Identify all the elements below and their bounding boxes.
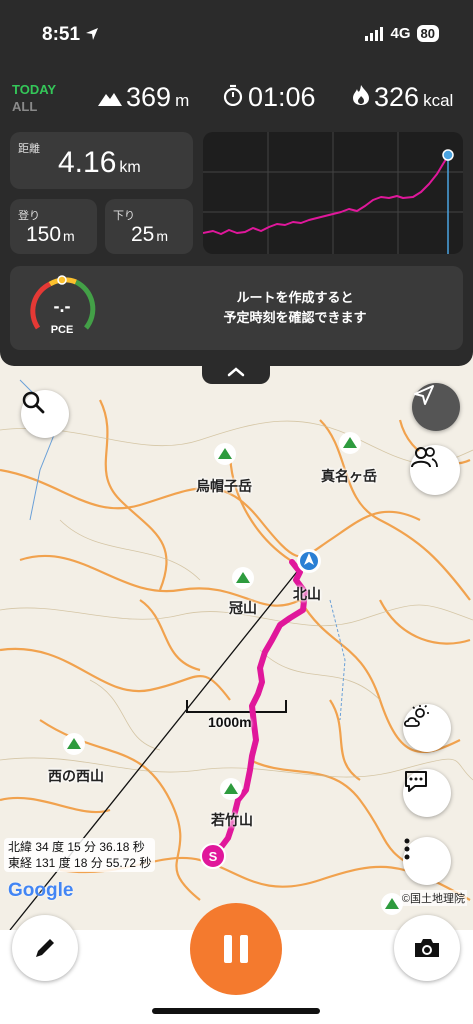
ascent-value: 150: [26, 223, 62, 246]
ascent-unit: m: [63, 228, 75, 244]
location-follow-button[interactable]: [412, 383, 460, 431]
peak-marker[interactable]: [62, 733, 86, 755]
duration-stat: 01:06: [222, 82, 316, 113]
peak-label: 烏帽子岳: [196, 478, 252, 494]
map-credit: ©国土地理院: [399, 890, 467, 906]
today-tab[interactable]: TODAY: [12, 82, 56, 97]
peak-marker[interactable]: [231, 567, 255, 589]
camera-button[interactable]: [394, 915, 460, 981]
elevation-stat: 369 m: [98, 82, 189, 113]
stats-panel: 8:51 4G 80 TODAY ALL 369 m 01:06 326 kcal …: [0, 0, 473, 366]
pce-label: PCE: [50, 324, 74, 336]
pce-card[interactable]: -.- PCE ルートを作成すると 予定時刻を確認できます: [10, 266, 463, 350]
longitude: 東経 131 度 18 分 55.72 秒: [8, 856, 152, 870]
pce-message: ルートを作成すると 予定時刻を確認できます: [223, 290, 367, 325]
google-logo: Google: [8, 880, 74, 901]
peak-label: 若竹山: [211, 812, 253, 828]
peak-label: 北山: [293, 586, 321, 602]
weather-button[interactable]: [403, 704, 451, 752]
distance-unit: km: [119, 159, 141, 176]
descent-unit: m: [156, 228, 169, 244]
mountain-icon: [98, 93, 122, 106]
battery-level: 80: [416, 25, 439, 42]
pce-value: -.-: [53, 296, 71, 316]
map-scale-label: 1000m: [208, 714, 252, 730]
camera-icon: [415, 939, 439, 957]
network-type: 4G: [390, 25, 411, 42]
search-icon: [22, 391, 45, 414]
distance-card: 距離 4.16 km: [10, 132, 193, 189]
start-marker: S: [200, 843, 226, 869]
pencil-icon: [36, 939, 54, 957]
flame-icon: [353, 85, 369, 105]
pause-button[interactable]: [190, 903, 282, 995]
home-indicator: [152, 1008, 320, 1014]
ascent-card: 登り 150 m: [10, 199, 97, 254]
latitude: 北緯 34 度 15 分 36.18 秒: [8, 840, 145, 854]
peak-marker[interactable]: [219, 778, 243, 800]
peak-marker[interactable]: [213, 443, 237, 465]
pause-icon: [224, 935, 248, 963]
weather-icon: [403, 704, 429, 727]
calories-stat: 326 kcal: [352, 82, 453, 113]
status-time: 8:51: [42, 24, 99, 46]
location-arrow-icon: [86, 28, 99, 40]
peak-label: 冠山: [229, 600, 257, 616]
all-tab[interactable]: ALL: [12, 99, 37, 114]
signal-icon: [364, 26, 383, 41]
descent-label: 下り: [113, 210, 135, 222]
chevron-up-icon: [227, 367, 245, 377]
more-button[interactable]: [403, 837, 451, 885]
elevation-graph-canvas: [202, 132, 463, 254]
descent-card: 下り 25 m: [105, 199, 193, 254]
panel-collapse-handle[interactable]: [202, 362, 270, 384]
members-button[interactable]: [410, 445, 460, 495]
peak-label: 真名ヶ岳: [321, 468, 377, 484]
location-arrow-icon: [414, 385, 434, 405]
descent-value: 25: [131, 223, 155, 246]
distance-value: 4.16: [58, 146, 117, 179]
chat-icon: [405, 771, 427, 792]
peak-marker[interactable]: [338, 432, 362, 454]
elevation-graph[interactable]: [202, 132, 463, 254]
search-button[interactable]: [21, 390, 69, 438]
peak-label: 西の西山: [48, 768, 104, 784]
ascent-label: 登り: [18, 210, 40, 222]
stopwatch-icon: [223, 84, 243, 106]
distance-label: 距離: [18, 143, 40, 155]
current-location-icon: [297, 549, 321, 573]
chat-button[interactable]: [403, 769, 451, 817]
people-icon: [411, 447, 438, 468]
coordinate-readout: 北緯 34 度 15 分 36.18 秒 東経 131 度 18 分 55.72…: [4, 838, 156, 872]
edit-button[interactable]: [12, 915, 78, 981]
status-indicators: 4G 80: [364, 25, 439, 42]
more-icon: [404, 838, 410, 860]
